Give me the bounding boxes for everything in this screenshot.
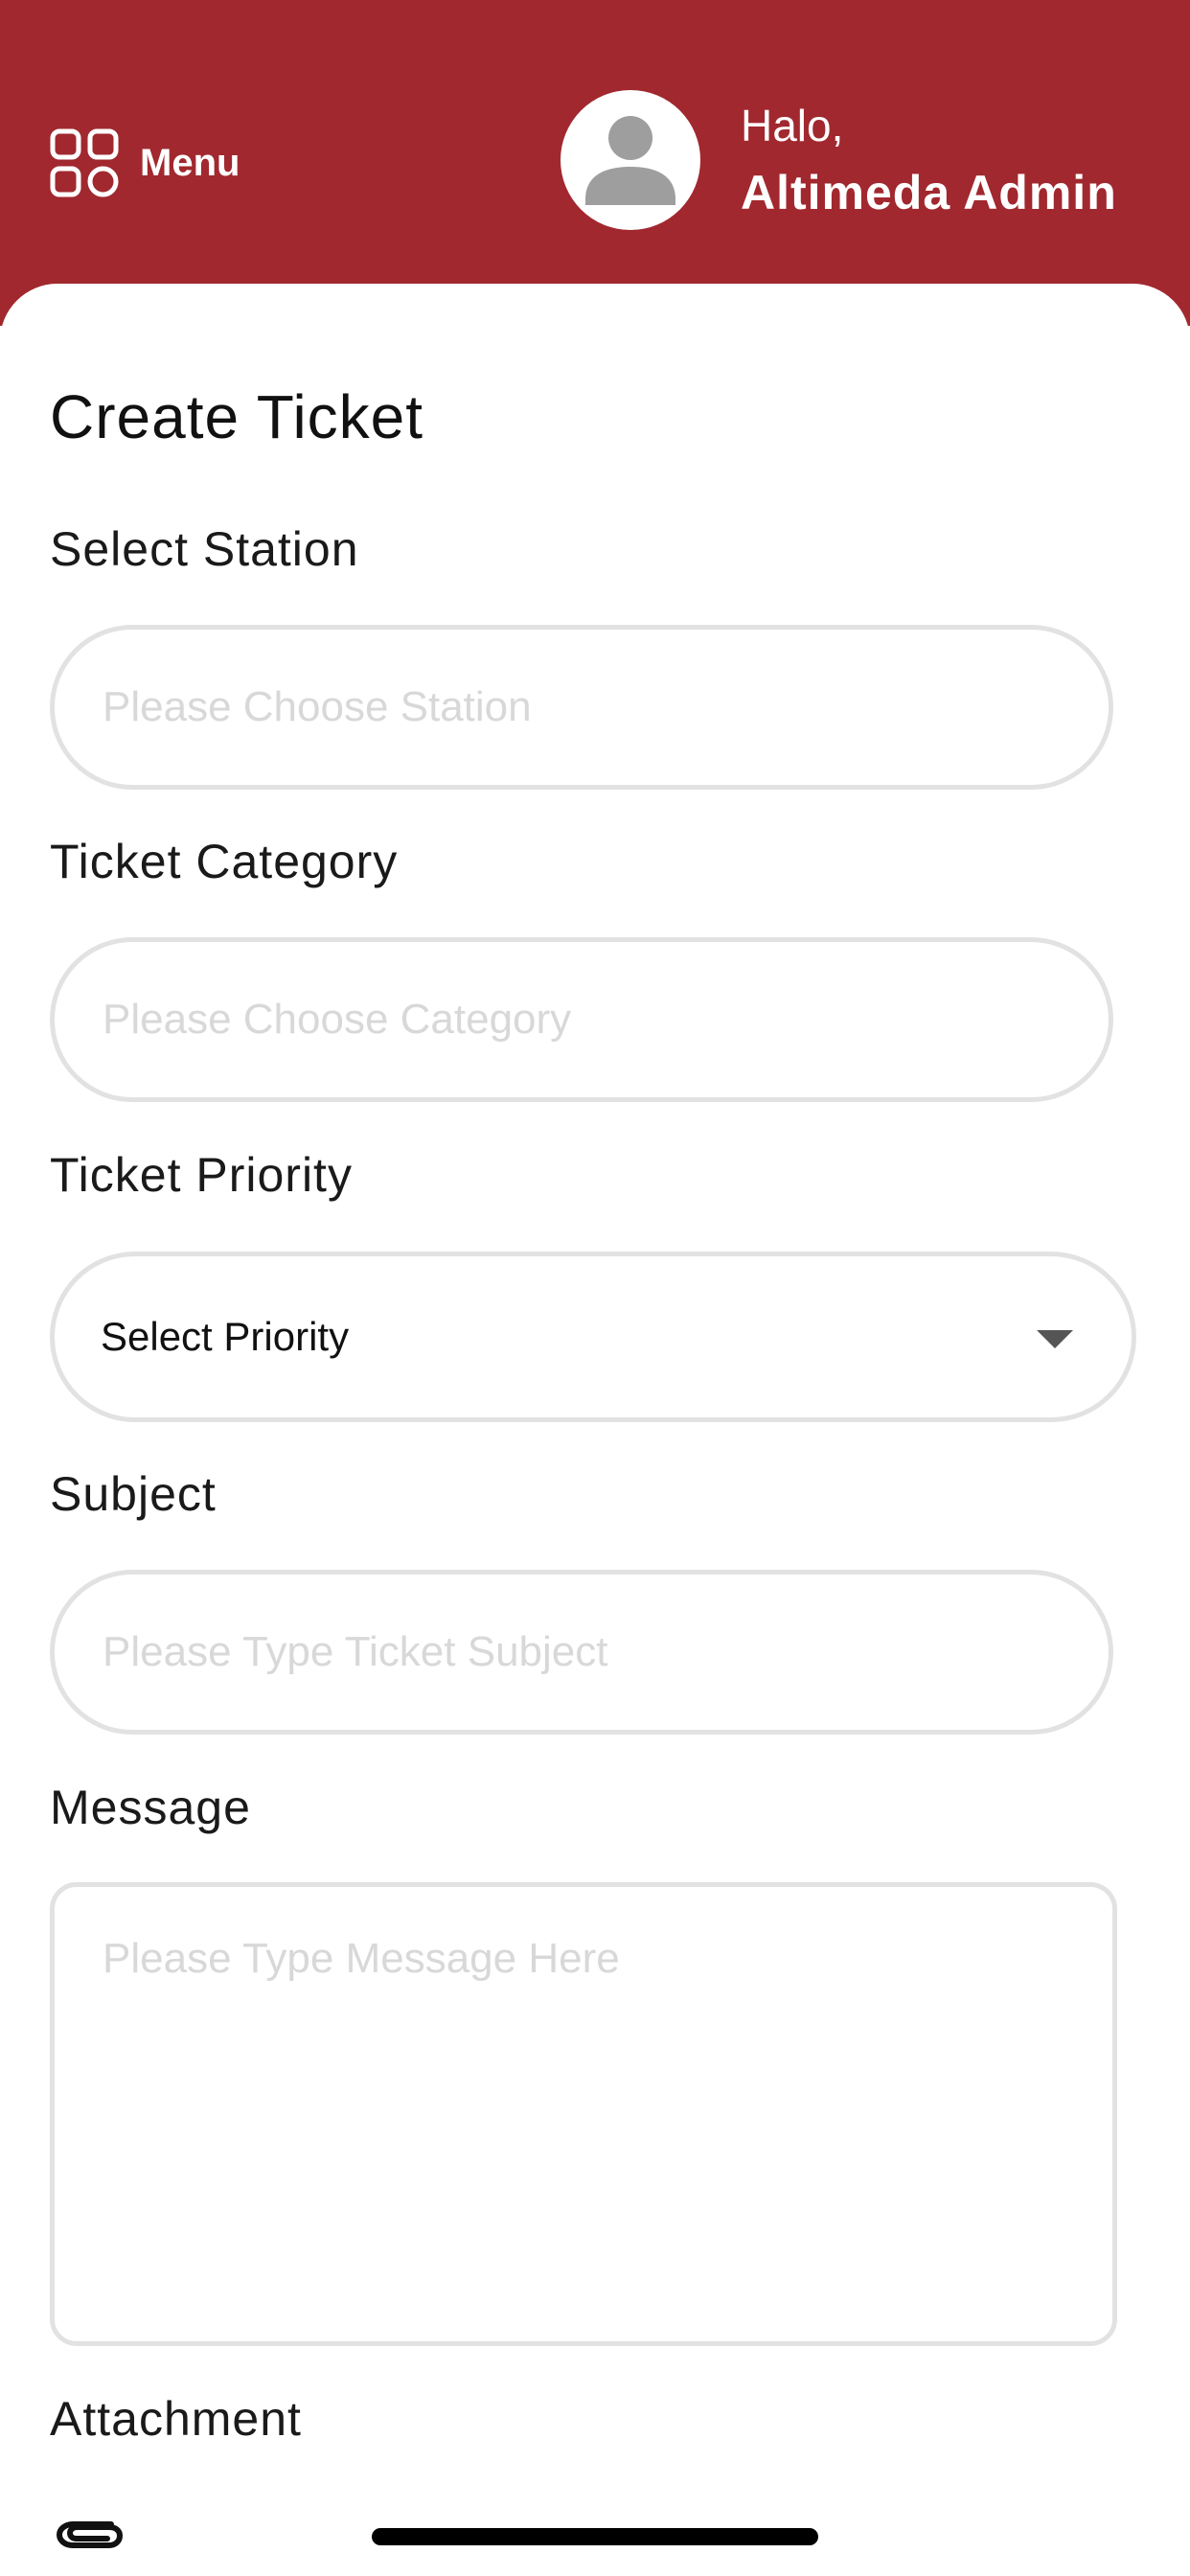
menu-button[interactable]: Menu bbox=[50, 128, 240, 197]
grid-icon bbox=[50, 128, 119, 197]
station-label: Select Station bbox=[50, 522, 359, 576]
priority-label: Ticket Priority bbox=[50, 1148, 353, 1202]
message-field[interactable] bbox=[50, 1882, 1117, 2346]
avatar[interactable] bbox=[561, 90, 700, 230]
user-avatar-icon bbox=[585, 116, 675, 205]
station-input[interactable] bbox=[103, 630, 1061, 785]
subject-label: Subject bbox=[50, 1467, 217, 1521]
user-name: Altimeda Admin bbox=[741, 166, 1117, 219]
page-title: Create Ticket bbox=[50, 382, 424, 451]
menu-label: Menu bbox=[140, 141, 240, 184]
station-field[interactable] bbox=[50, 625, 1113, 790]
subject-field[interactable] bbox=[50, 1570, 1113, 1735]
greeting-text: Halo, bbox=[741, 101, 844, 150]
message-label: Message bbox=[50, 1781, 251, 1834]
paperclip-icon[interactable] bbox=[54, 2511, 126, 2557]
home-indicator bbox=[372, 2528, 818, 2545]
message-textarea[interactable] bbox=[103, 1935, 1061, 2299]
subject-input[interactable] bbox=[103, 1575, 1061, 1730]
chevron-down-icon bbox=[1037, 1330, 1073, 1348]
attachment-label: Attachment bbox=[50, 2392, 302, 2446]
app-header: Menu Halo, Altimeda Admin bbox=[0, 0, 1190, 326]
category-label: Ticket Category bbox=[50, 835, 399, 888]
category-input[interactable] bbox=[103, 942, 1061, 1097]
priority-select[interactable]: Select Priority bbox=[50, 1252, 1136, 1422]
priority-selected-value: Select Priority bbox=[101, 1314, 350, 1359]
category-field[interactable] bbox=[50, 937, 1113, 1102]
